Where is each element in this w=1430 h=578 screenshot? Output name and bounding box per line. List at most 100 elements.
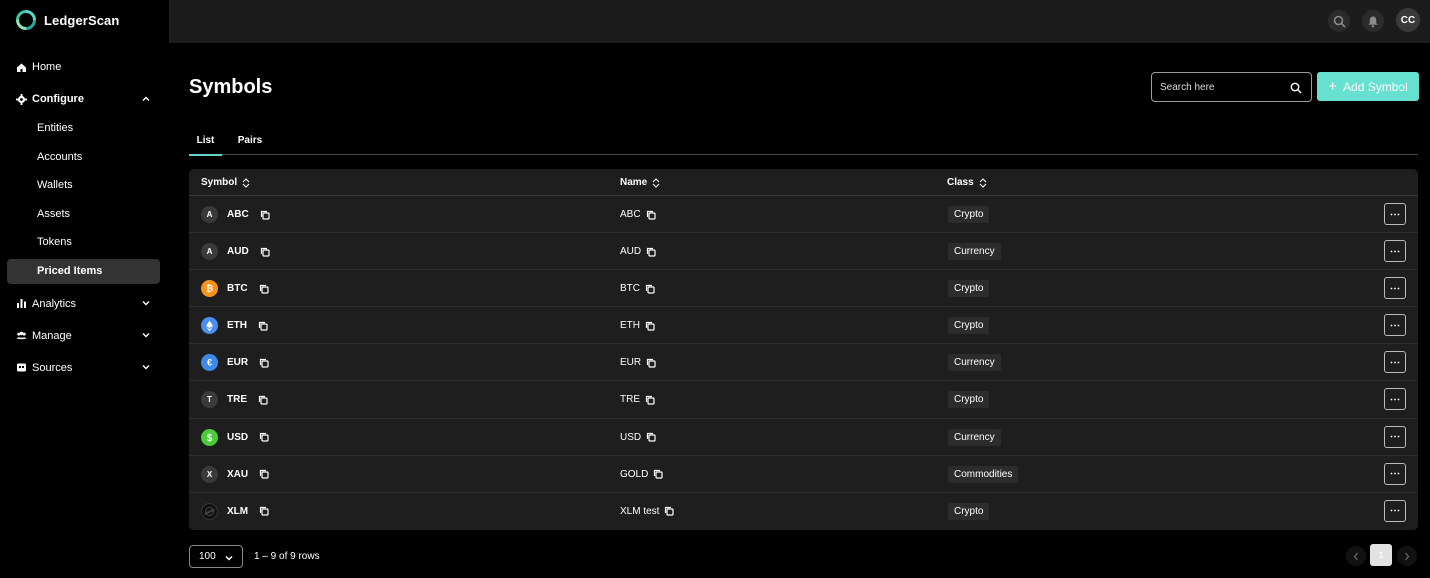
copy-icon[interactable] [259,469,269,479]
row-actions-button[interactable] [1384,351,1406,374]
more-horizontal-icon [1390,509,1400,512]
class-cell: Currency [948,419,1001,456]
row-actions-button[interactable] [1384,203,1406,225]
name-cell: BTC [620,270,655,307]
name-text: ETH [620,320,640,332]
table-row[interactable]: T TRE TRE Crypto [189,381,1418,419]
copy-icon[interactable] [260,247,270,257]
table-row[interactable]: A ABC ABC Crypto [189,196,1418,234]
name-text: XLM test [620,505,660,517]
copy-icon[interactable] [259,432,269,442]
sidebar-item-analytics[interactable]: Analytics [0,288,169,320]
table-row[interactable]: € EUR EUR Currency [189,344,1418,382]
copy-icon[interactable] [258,321,268,331]
copy-icon[interactable] [259,284,269,294]
symbol-cell: ETH [201,307,268,344]
column-header-label: Class [947,177,974,188]
letter-avatar-icon: X [201,465,218,483]
chevron-up-icon[interactable] [141,94,151,104]
sidebar-item-manage[interactable]: Manage [0,320,169,352]
copy-icon[interactable] [645,395,655,405]
row-actions-button[interactable] [1384,499,1406,522]
sources-icon [16,362,27,373]
copy-icon[interactable] [260,210,270,220]
sidebar-item-label: Wallets [37,179,73,192]
table-row[interactable]: XLM XLM test Crypto [189,493,1418,530]
svg-text:€: € [207,358,212,368]
copy-icon[interactable] [664,506,675,516]
row-actions-button[interactable] [1384,314,1406,337]
sort-icon [242,177,250,188]
table-row[interactable]: A AUD AUD Currency [189,233,1418,271]
row-actions-button[interactable] [1384,425,1406,448]
sidebar-item-tokens[interactable]: Tokens [0,228,169,257]
sidebar-item-configure[interactable]: Configure [0,84,169,114]
copy-icon[interactable] [646,358,656,368]
avatar-letter: T [207,395,212,405]
sidebar-item-assets[interactable]: Assets [0,200,169,229]
next-page-button[interactable] [1397,546,1417,566]
page-number-button[interactable]: 1 [1370,544,1392,566]
name-text: AUD [620,246,642,258]
sidebar-item-sources[interactable]: Sources [0,352,169,384]
sidebar-item-home[interactable]: Home [0,52,169,82]
column-header-class[interactable]: Class [947,169,987,196]
search-icon[interactable] [1290,82,1302,94]
page-size-select[interactable]: 100 [189,545,243,568]
name-text: USD [620,431,642,443]
chevron-left-icon [1353,552,1358,560]
copy-icon[interactable] [653,469,663,479]
prev-page-button[interactable] [1346,546,1366,566]
sidebar-item-label: Manage [32,329,72,342]
tab-pairs[interactable]: Pairs [233,126,267,155]
add-symbol-button[interactable]: + Add Symbol [1317,72,1419,101]
symbols-table: Symbol Name Class A ABC ABC Crypto A AUD AUD Cu… [189,169,1418,530]
symbol-text: ABC [227,209,249,220]
chevron-down-icon[interactable] [141,298,151,308]
sort-icon [652,177,660,188]
symbol-cell: A ABC [201,196,270,233]
copy-icon[interactable] [646,432,656,442]
name-cell: ETH [620,307,655,344]
search-input[interactable] [1160,81,1285,93]
column-header-name[interactable]: Name [620,169,660,196]
copy-icon[interactable] [258,395,268,405]
more-horizontal-icon [1390,361,1400,364]
ethereum-icon [201,317,218,335]
symbol-cell: A AUD [201,233,270,270]
chevron-down-icon[interactable] [141,362,151,372]
copy-icon[interactable] [646,210,656,220]
search-box[interactable] [1151,72,1312,102]
user-avatar[interactable]: CC [1396,8,1420,32]
tab-list[interactable]: List [189,126,222,156]
more-horizontal-icon [1390,250,1400,252]
sidebar-item-priced-items[interactable]: Priced Items [7,258,160,284]
copy-icon[interactable] [645,321,655,331]
column-header-symbol[interactable]: Symbol [201,169,250,196]
chevron-down-icon [225,555,233,561]
table-row[interactable]: $ USD USD Currency [189,419,1418,456]
row-actions-button[interactable] [1384,462,1406,485]
class-badge: Currency [948,243,1001,261]
sidebar-item-wallets[interactable]: Wallets [0,171,169,200]
notifications-button[interactable] [1362,10,1384,32]
sidebar-item-accounts[interactable]: Accounts [0,143,169,172]
copy-icon[interactable] [646,247,656,257]
name-cell: USD [620,419,656,456]
gear-icon [16,93,27,105]
chevron-down-icon[interactable] [141,330,151,340]
copy-icon[interactable] [259,506,269,516]
table-row[interactable]: X XAU GOLD Commodities [189,456,1418,493]
table-row[interactable]: ₿ BTC BTC Crypto [189,270,1418,308]
logo[interactable]: LedgerScan [16,10,119,30]
copy-icon[interactable] [259,358,269,368]
global-search-button[interactable] [1328,10,1350,32]
sidebar-item-entities[interactable]: Entities [0,114,169,143]
more-horizontal-icon [1390,472,1400,475]
symbol-cell: X XAU [201,456,269,493]
row-actions-button[interactable] [1384,388,1406,411]
row-actions-button[interactable] [1384,277,1406,300]
row-actions-button[interactable] [1384,240,1406,263]
table-row[interactable]: ETH ETH Crypto [189,307,1418,345]
copy-icon[interactable] [645,284,655,294]
